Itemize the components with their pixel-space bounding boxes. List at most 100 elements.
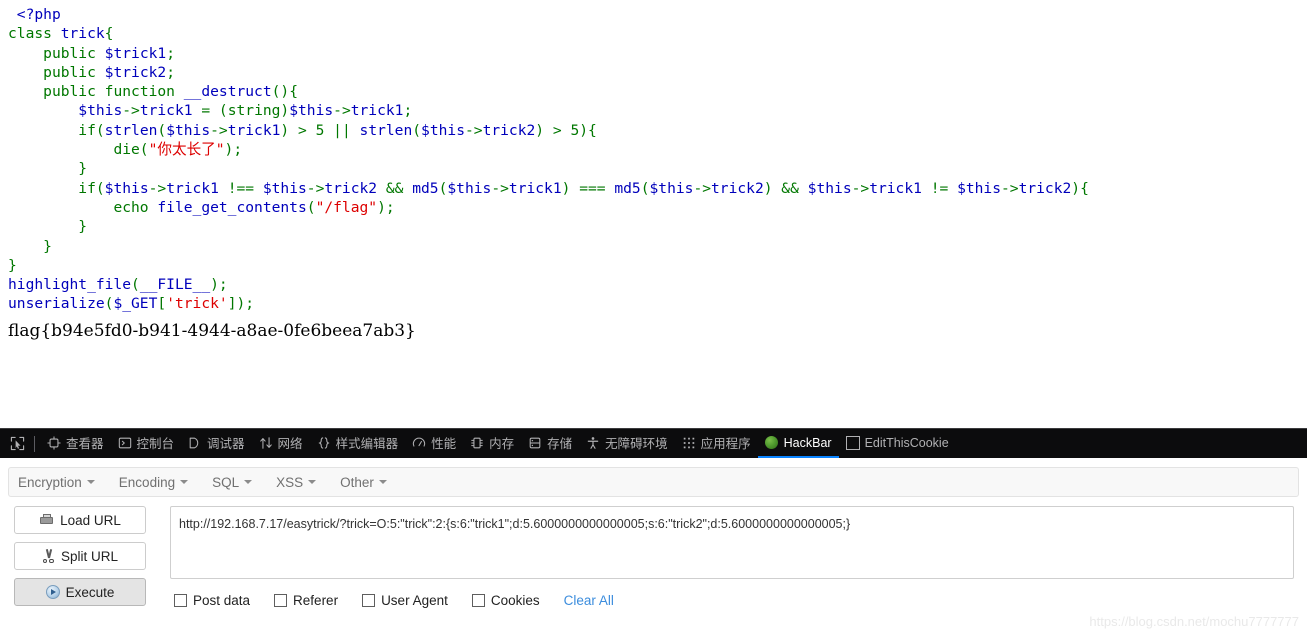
cookies-checkbox[interactable]: Cookies bbox=[471, 593, 540, 608]
devtools-tab-hackbar[interactable]: HackBar bbox=[757, 429, 839, 458]
devtools-tab-performance[interactable]: 性能 bbox=[405, 429, 463, 458]
element-picker-icon[interactable] bbox=[4, 431, 30, 457]
code-token: trick1 bbox=[350, 102, 404, 120]
code-token: public bbox=[43, 83, 96, 101]
code-token: -> bbox=[464, 121, 483, 139]
hackbar-panel: Encryption Encoding SQL XSS Other Load U… bbox=[0, 458, 1307, 636]
hackbar-menu-encryption[interactable]: Encryption bbox=[18, 475, 95, 490]
code-line: public $trick2; bbox=[8, 63, 1307, 82]
code-token: highlight_file bbox=[8, 276, 132, 294]
split-url-label: Split URL bbox=[60, 548, 119, 564]
code-token: die bbox=[113, 141, 140, 159]
devtools-tab-memory[interactable]: 内存 bbox=[463, 429, 521, 458]
code-token: } bbox=[8, 256, 17, 274]
devtools-tab-storage[interactable]: 存储 bbox=[521, 429, 579, 458]
hackbar-menu-encoding[interactable]: Encoding bbox=[119, 475, 189, 490]
execute-button[interactable]: Execute bbox=[14, 578, 146, 606]
code-line: } bbox=[8, 159, 1307, 178]
devtools-tab-label: 调试器 bbox=[207, 437, 245, 451]
code-token: $this bbox=[421, 121, 465, 139]
clear-all-link[interactable]: Clear All bbox=[564, 593, 614, 608]
code-token: -> bbox=[491, 179, 509, 197]
referer-checkbox[interactable]: Referer bbox=[274, 593, 338, 608]
memory-icon bbox=[470, 436, 484, 450]
code-token: $this bbox=[807, 179, 852, 197]
devtools-tab-label: 存储 bbox=[547, 437, 573, 451]
code-token: ) bbox=[535, 121, 553, 139]
devtools-tab-application[interactable]: 应用程序 bbox=[675, 429, 758, 458]
devtools-tab-label: 内存 bbox=[489, 437, 515, 451]
devtools-tab-style-editor[interactable]: 样式编辑器 bbox=[310, 429, 406, 458]
chevron-down-icon bbox=[86, 480, 95, 484]
hackbar-menu-xss[interactable]: XSS bbox=[276, 475, 317, 490]
code-token: ]); bbox=[227, 295, 255, 313]
hackbar-menu-sql[interactable]: SQL bbox=[212, 474, 253, 490]
code-token: __destruct bbox=[183, 83, 272, 101]
code-token: !== bbox=[218, 179, 263, 197]
code-token: if bbox=[78, 121, 96, 139]
cookies-label: Cookies bbox=[490, 593, 540, 608]
code-token: ) === bbox=[561, 179, 615, 197]
devtools-tab-accessibility[interactable]: 无障碍环境 bbox=[579, 429, 675, 458]
devtools-tab-inspector[interactable]: 查看器 bbox=[40, 429, 111, 458]
code-token: trick1 bbox=[139, 102, 193, 120]
hackbar-menu-other[interactable]: Other bbox=[340, 475, 387, 490]
code-token: "你太长了" bbox=[148, 141, 225, 159]
chevron-down-icon bbox=[180, 480, 189, 484]
load-url-label: Load URL bbox=[60, 512, 121, 528]
code-token: file_get_contents bbox=[157, 198, 307, 216]
load-url-icon bbox=[39, 514, 54, 526]
browser-page: <?php class trick{ public $trick1; public… bbox=[0, 0, 1307, 636]
flag-output-text: flag{b94e5fd0-b941-4944-a8ae-0fe6beea7ab… bbox=[8, 320, 416, 341]
code-line: $this->trick1 = (string)$this->trick1; bbox=[8, 101, 1307, 120]
code-token: ( bbox=[131, 276, 140, 294]
user-agent-label: User Agent bbox=[381, 593, 448, 608]
code-token: ); bbox=[210, 276, 228, 294]
code-token: public bbox=[43, 44, 96, 62]
code-token: if bbox=[78, 179, 96, 197]
code-token: || bbox=[324, 121, 360, 139]
devtools-tab-debugger[interactable]: 调试器 bbox=[181, 429, 252, 458]
devtools-tab-label: EditThisCookie bbox=[864, 435, 949, 450]
code-token: (string) bbox=[218, 102, 290, 120]
code-token: $this bbox=[289, 102, 334, 120]
split-url-button[interactable]: Split URL bbox=[14, 542, 146, 570]
load-url-button[interactable]: Load URL bbox=[14, 506, 146, 534]
hackbar-menu-label: Other bbox=[340, 474, 374, 490]
post-data-checkbox[interactable]: Post data bbox=[174, 593, 250, 608]
code-token: ){ bbox=[579, 121, 597, 139]
checkbox-icon bbox=[274, 594, 288, 607]
code-token: ; bbox=[166, 63, 175, 81]
user-agent-checkbox[interactable]: User Agent bbox=[362, 593, 448, 608]
code-token: md5 bbox=[614, 179, 641, 197]
code-token: trick2 bbox=[1018, 179, 1072, 197]
code-token: ( bbox=[95, 179, 105, 197]
devtools-tab-network[interactable]: 网络 bbox=[252, 429, 310, 458]
code-line: highlight_file(__FILE__); bbox=[8, 275, 1307, 294]
url-input-area[interactable]: http://192.168.7.17/easytrick/?trick=O:5… bbox=[170, 506, 1294, 579]
hackbar-menu-label: SQL bbox=[212, 474, 240, 490]
devtools-tab-console[interactable]: 控制台 bbox=[111, 429, 182, 458]
code-token: } bbox=[78, 218, 88, 236]
code-token: trick1 bbox=[227, 121, 281, 139]
style-editor-icon bbox=[317, 436, 331, 450]
chevron-down-icon bbox=[378, 480, 387, 484]
url-input-value: http://192.168.7.17/easytrick/?trick=O:5… bbox=[179, 517, 851, 531]
storage-icon bbox=[528, 436, 542, 450]
code-token: ); bbox=[224, 141, 243, 159]
code-token: -> bbox=[851, 179, 870, 197]
devtools-tab-editthiscookie[interactable]: EditThisCookie bbox=[839, 429, 956, 458]
code-line: } bbox=[8, 256, 1307, 275]
code-token: = bbox=[201, 102, 211, 120]
code-token: -> bbox=[333, 102, 351, 120]
